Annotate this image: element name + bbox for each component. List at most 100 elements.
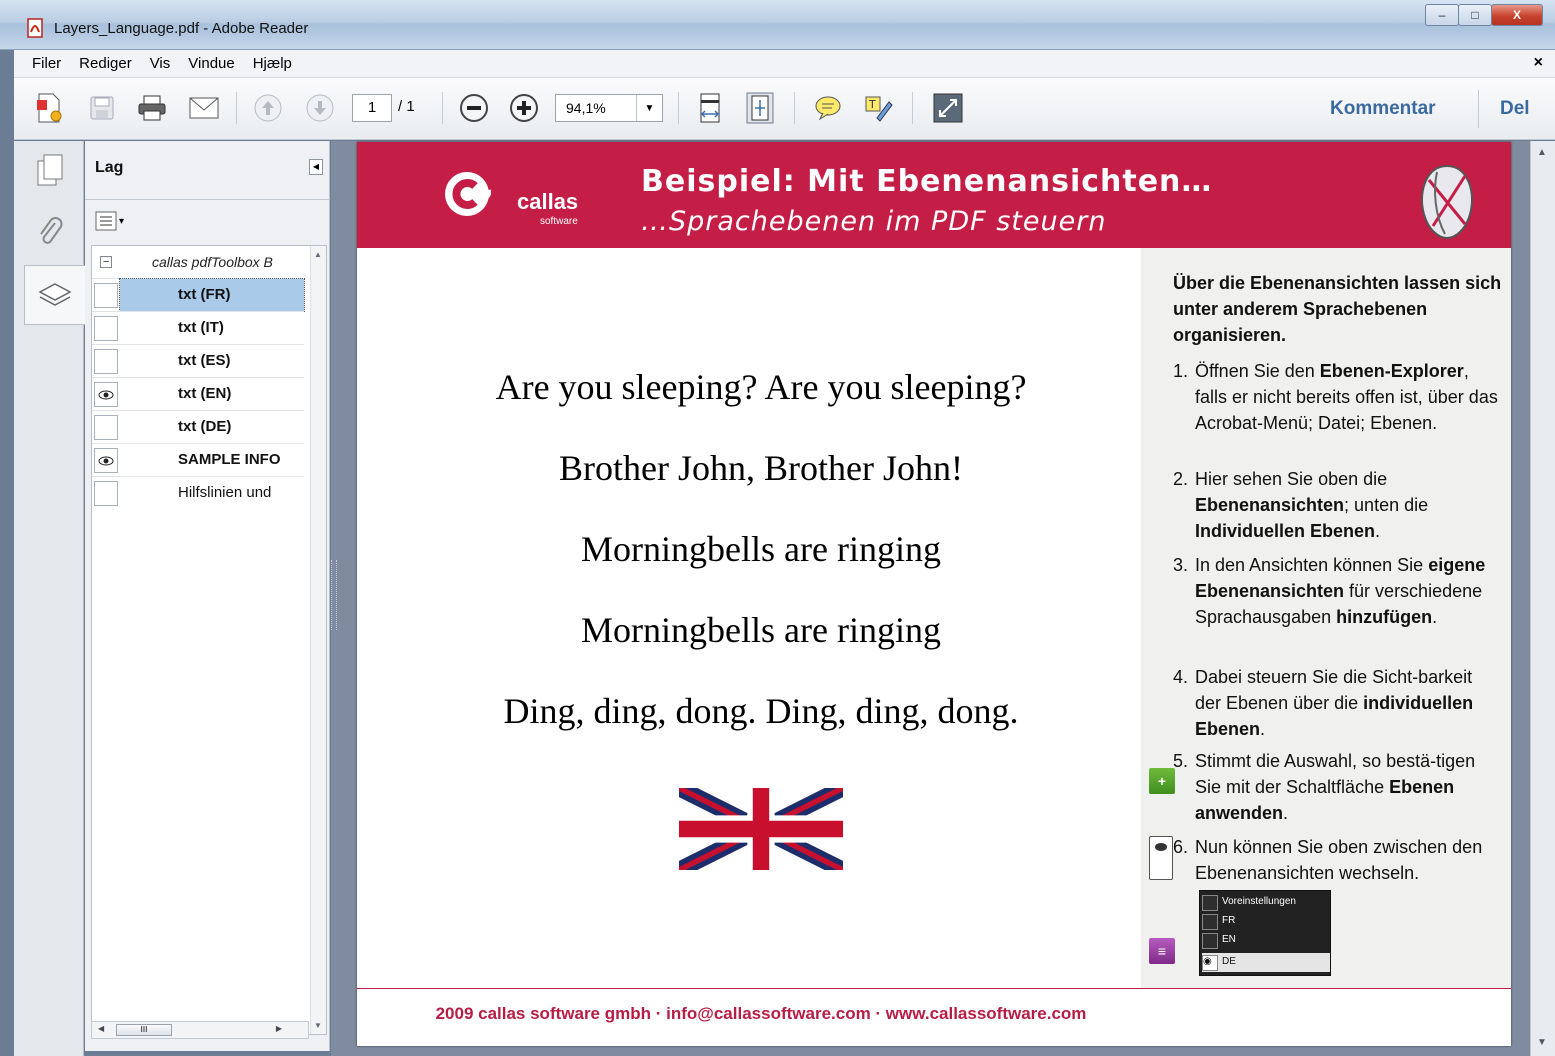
layers-tab-icon[interactable] bbox=[24, 265, 85, 325]
instructions-intro: Über die Ebenenansichten lassen sich unt… bbox=[1173, 273, 1502, 345]
layers-vertical-scrollbar[interactable]: ▲ ▼ bbox=[310, 246, 326, 1034]
layer-views-preview: Voreinstellungen FR EN ◉ DE bbox=[1199, 890, 1331, 976]
visibility-toggle-icon bbox=[1149, 836, 1173, 880]
visibility-toggle[interactable] bbox=[94, 349, 118, 374]
create-pdf-icon[interactable] bbox=[34, 92, 66, 124]
footer-divider bbox=[357, 988, 1511, 989]
menu-edit[interactable]: Rediger bbox=[79, 55, 132, 72]
menu-bar: Filer Rediger Vis Vindue Hjælp × bbox=[14, 50, 1555, 78]
next-page-icon[interactable] bbox=[304, 92, 336, 124]
menu-help[interactable]: Hjælp bbox=[253, 55, 292, 72]
visibility-toggle[interactable] bbox=[94, 481, 118, 506]
instruction-step-4: 4. Dabei steuern Sie die Sicht-barkeit d… bbox=[1173, 667, 1474, 739]
eye-icon bbox=[98, 456, 114, 465]
page-footer: 2009 callas software gmbh · info@callass… bbox=[435, 1004, 1087, 1023]
fit-width-icon[interactable] bbox=[694, 92, 726, 124]
song-line: Morningbells are ringing bbox=[581, 610, 941, 650]
visibility-toggle[interactable] bbox=[94, 283, 118, 308]
visibility-toggle[interactable] bbox=[94, 316, 118, 341]
song-line: Ding, ding, dong. Ding, ding, dong. bbox=[503, 691, 1019, 731]
full-screen-icon[interactable] bbox=[932, 92, 964, 124]
pdf-page: callas software Beispiel: Mit Ebenenansi… bbox=[357, 142, 1511, 1046]
zoom-out-icon[interactable] bbox=[458, 92, 490, 124]
visibility-toggle[interactable] bbox=[94, 415, 118, 440]
banner-title: Beispiel: Mit Ebenenansichten… bbox=[641, 164, 1213, 199]
layer-label[interactable]: txt (FR) bbox=[119, 278, 305, 312]
layers-horizontal-scrollbar[interactable]: ◀ III ▶ bbox=[91, 1021, 309, 1039]
layer-label[interactable]: txt (EN) bbox=[120, 378, 304, 410]
email-icon[interactable] bbox=[188, 92, 220, 124]
layer-row[interactable]: txt (EN) bbox=[92, 377, 304, 410]
adobe-reader-icon bbox=[27, 18, 43, 38]
menu-window[interactable]: Vindue bbox=[188, 55, 234, 72]
zoom-value: 94,1% bbox=[566, 100, 606, 116]
share-tab[interactable]: Del bbox=[1500, 98, 1530, 120]
fit-page-icon[interactable] bbox=[744, 92, 776, 124]
layer-row[interactable]: Hilfslinien und bbox=[92, 476, 304, 509]
layer-options-icon[interactable]: ▾ bbox=[95, 209, 131, 233]
menu-file[interactable]: Filer bbox=[32, 55, 61, 72]
mini-row: FR bbox=[1202, 912, 1330, 931]
save-icon[interactable] bbox=[86, 92, 118, 124]
chevron-down-icon[interactable]: ▼ bbox=[636, 95, 662, 121]
page-thumbnails-icon[interactable] bbox=[24, 141, 76, 201]
page-number-input[interactable]: 1 bbox=[352, 94, 392, 122]
toolbar: 1 / 1 94,1% ▼ T Kommentar Del bbox=[14, 78, 1555, 140]
instruction-step-5: 5. Stimmt die Auswahl, so bestä-tigen Si… bbox=[1173, 751, 1476, 823]
layer-root-label: callas pdfToolbox B bbox=[152, 254, 273, 270]
menu-view[interactable]: Vis bbox=[150, 55, 171, 72]
layer-label[interactable]: Hilfslinien und bbox=[120, 477, 304, 509]
previous-page-icon[interactable] bbox=[252, 92, 284, 124]
highlight-text-icon[interactable]: T bbox=[862, 92, 894, 124]
instruction-step-2: 2. Hier sehen Sie oben die Ebenenansicht… bbox=[1173, 469, 1429, 541]
apply-layers-icon: ≡ bbox=[1149, 938, 1175, 964]
callas-logo-icon bbox=[445, 172, 491, 216]
logo-subtext: software bbox=[540, 216, 578, 227]
mini-row: Voreinstellungen bbox=[1202, 893, 1330, 912]
layer-row[interactable]: txt (ES) bbox=[92, 344, 304, 377]
close-button[interactable]: X bbox=[1491, 4, 1543, 26]
zoom-select[interactable]: 94,1% ▼ bbox=[555, 94, 663, 122]
page-banner: callas software Beispiel: Mit Ebenenansi… bbox=[357, 142, 1511, 248]
layer-label[interactable]: txt (IT) bbox=[120, 312, 304, 344]
layer-row[interactable]: txt (FR) bbox=[92, 278, 305, 312]
visibility-toggle[interactable] bbox=[94, 448, 118, 473]
minimize-button[interactable]: ‒ bbox=[1425, 4, 1459, 26]
page-total: / 1 bbox=[398, 98, 415, 115]
comment-tab[interactable]: Kommentar bbox=[1330, 98, 1436, 120]
zoom-in-icon[interactable] bbox=[508, 92, 540, 124]
visibility-toggle[interactable] bbox=[94, 382, 118, 407]
maximize-button[interactable]: □ bbox=[1458, 4, 1492, 26]
instructions-panel: Über die Ebenenansichten lassen sich unt… bbox=[1141, 248, 1511, 988]
mini-row: EN bbox=[1202, 931, 1330, 950]
layer-label[interactable]: txt (DE) bbox=[120, 411, 304, 443]
layers-tree: − callas pdfToolbox B txt (FR) txt (IT) tx… bbox=[91, 245, 327, 1035]
print-icon[interactable] bbox=[136, 92, 168, 124]
layer-label[interactable]: txt (ES) bbox=[120, 345, 304, 377]
layer-root[interactable]: − callas pdfToolbox B bbox=[92, 248, 314, 276]
layer-row[interactable]: SAMPLE INFO bbox=[92, 443, 304, 476]
layer-row[interactable]: txt (IT) bbox=[92, 311, 304, 344]
sticky-note-icon[interactable] bbox=[812, 92, 844, 124]
banner-subtitle: …Sprachebenen im PDF steuern bbox=[641, 206, 1107, 237]
instruction-step-6: 6. Nun können Sie oben zwischen den Eben… bbox=[1173, 837, 1483, 883]
pane-splitter[interactable] bbox=[331, 560, 337, 630]
mini-row: ◉ DE bbox=[1202, 953, 1330, 972]
attachments-icon[interactable] bbox=[24, 203, 76, 263]
layers-panel: Lag ◀ ▾ − callas pdfToolbox B txt (FR) tx… bbox=[85, 141, 330, 1051]
instruction-step-3: 3. In den Ansichten können Sie eigene Eb… bbox=[1173, 555, 1486, 627]
layer-label[interactable]: SAMPLE INFO bbox=[120, 444, 304, 476]
eye-icon bbox=[98, 390, 114, 399]
song-line: Are you sleeping? Are you sleeping? bbox=[495, 367, 1027, 407]
window-title: Layers_Language.pdf - Adobe Reader bbox=[54, 20, 309, 37]
pdf-emblem-icon bbox=[1421, 164, 1473, 240]
collapse-panel-icon[interactable]: ◀ bbox=[309, 159, 323, 175]
panel-title: Lag bbox=[95, 159, 124, 176]
document-vertical-scrollbar[interactable]: ▲ ▼ bbox=[1530, 141, 1555, 1056]
collapse-icon[interactable]: − bbox=[100, 256, 112, 268]
add-layer-view-icon: + bbox=[1149, 768, 1175, 794]
song-line: Brother John, Brother John! bbox=[559, 448, 963, 488]
document-close-icon[interactable]: × bbox=[1534, 54, 1543, 72]
layer-row[interactable]: txt (DE) bbox=[92, 410, 304, 443]
scroll-thumb[interactable]: III bbox=[116, 1024, 172, 1036]
